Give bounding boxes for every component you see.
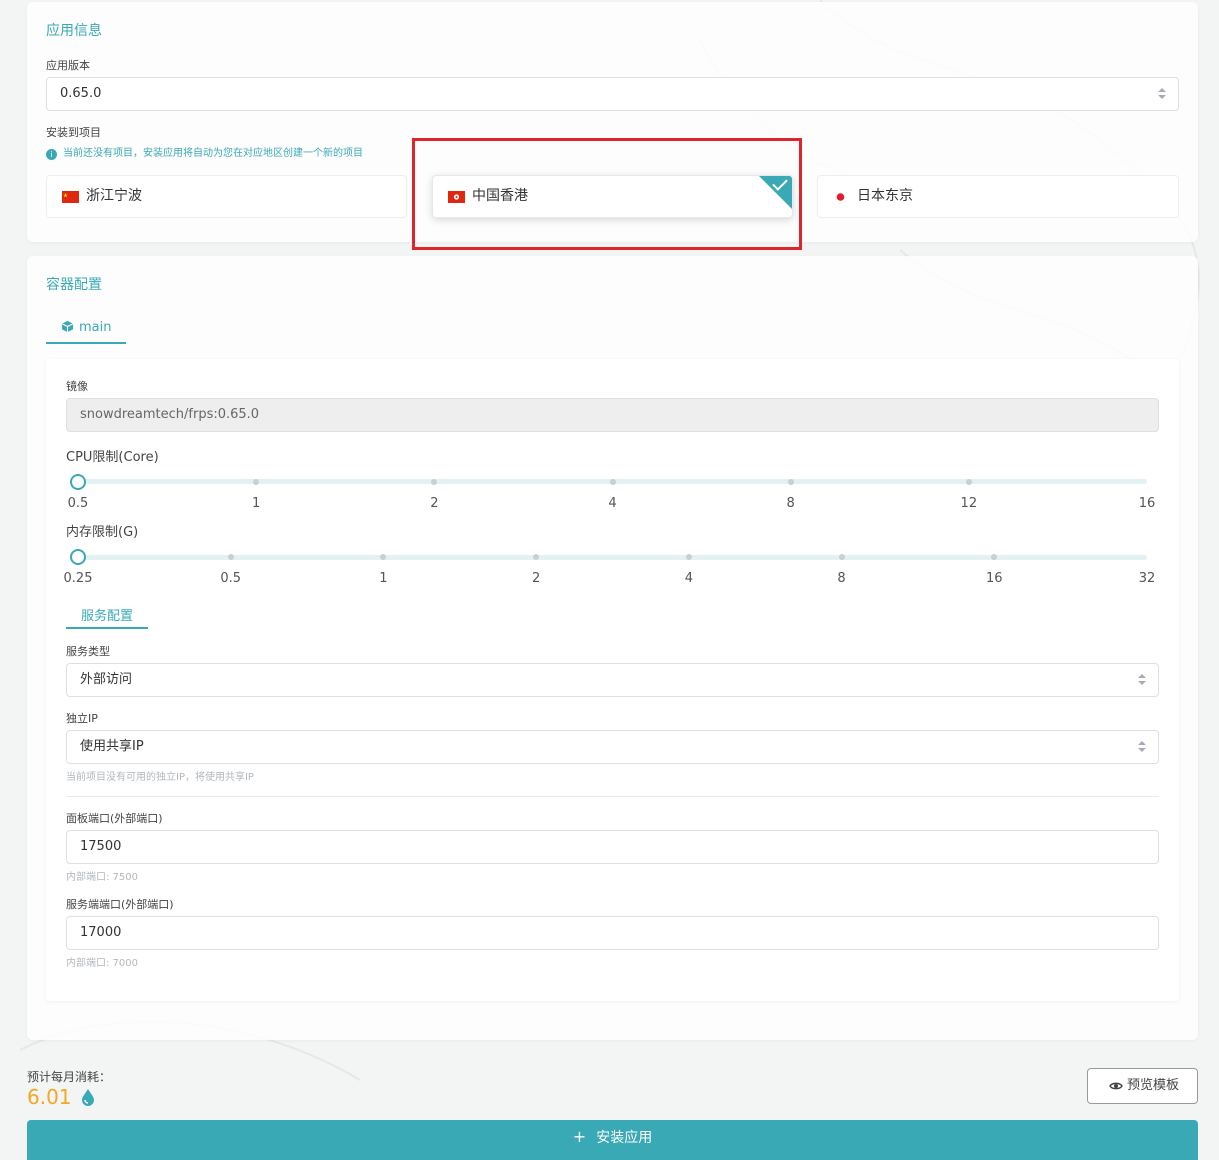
memory-slider-stop[interactable] bbox=[838, 554, 845, 560]
container-title: 容器配置 bbox=[46, 277, 102, 293]
region-card-ningbo[interactable]: 浙江宁波 bbox=[46, 175, 407, 218]
region-label-tokyo: 日本东京 bbox=[857, 188, 913, 204]
memory-tick-label: 4 bbox=[684, 571, 693, 586]
japan-flag-icon bbox=[836, 193, 845, 201]
memory-tick-label: 0.25 bbox=[63, 571, 93, 586]
cpu-tick-label: 1 bbox=[252, 496, 261, 511]
memory-label: 内存限制(G) bbox=[66, 525, 139, 540]
panel-port-input[interactable]: 17500 bbox=[66, 830, 1159, 864]
cpu-label: CPU限制(Core) bbox=[66, 450, 159, 465]
tab-service-config-label: 服务配置 bbox=[80, 609, 133, 624]
memory-tick-label: 0.5 bbox=[220, 571, 242, 586]
tab-main-underline bbox=[46, 342, 126, 344]
cost-value: 6.01 bbox=[27, 1085, 72, 1109]
ip-value: 使用共享IP bbox=[80, 739, 144, 754]
cpu-tick-label: 0.5 bbox=[67, 496, 89, 511]
cpu-slider-stop[interactable] bbox=[787, 479, 794, 485]
select-arrows-icon bbox=[1138, 674, 1146, 686]
panel-port-value: 17500 bbox=[80, 839, 122, 854]
highlight-box bbox=[412, 138, 802, 250]
divider bbox=[66, 796, 1159, 797]
image-label: 镜像 bbox=[66, 380, 88, 393]
project-label: 安装到项目 bbox=[46, 126, 101, 139]
plus-icon: + bbox=[572, 1127, 587, 1146]
cpu-tick-label: 2 bbox=[430, 496, 439, 511]
tab-service-config[interactable]: 服务配置 bbox=[66, 605, 148, 624]
memory-slider-track[interactable] bbox=[78, 555, 1147, 560]
cpu-tick-label: 4 bbox=[608, 496, 617, 511]
project-notice-text: 当前还没有项目，安装应用将自动为您在对应地区创建一个新的项目 bbox=[63, 148, 363, 159]
tab-main-label: main bbox=[79, 320, 112, 335]
memory-slider-stop[interactable] bbox=[227, 554, 234, 560]
memory-tick-label: 32 bbox=[1138, 571, 1156, 586]
cpu-slider-stop[interactable] bbox=[609, 479, 616, 485]
ip-hint: 当前项目没有可用的独立IP，将使用共享IP bbox=[66, 772, 254, 783]
version-value: 0.65.0 bbox=[60, 86, 102, 101]
info-icon: i bbox=[46, 149, 57, 160]
project-notice: i 当前还没有项目，安装应用将自动为您在对应地区创建一个新的项目 bbox=[46, 147, 363, 161]
memory-slider-stop[interactable] bbox=[685, 554, 692, 560]
china-flag-icon bbox=[62, 191, 79, 203]
eye-icon bbox=[1109, 1082, 1123, 1090]
server-port-input[interactable]: 17000 bbox=[66, 916, 1159, 950]
cost-label: 预计每月消耗： bbox=[27, 1070, 112, 1084]
ip-label: 独立IP bbox=[66, 712, 98, 725]
install-app-label: 安装应用 bbox=[596, 1130, 653, 1146]
region-card-tokyo[interactable]: 日本东京 bbox=[817, 175, 1179, 218]
app-info-title: 应用信息 bbox=[46, 23, 102, 39]
panel-port-label: 面板端口(外部端口) bbox=[66, 812, 163, 825]
preview-template-button[interactable]: 预览模板 bbox=[1087, 1068, 1198, 1104]
memory-tick-label: 2 bbox=[532, 571, 541, 586]
droplet-icon bbox=[81, 1089, 94, 1106]
install-app-button[interactable]: + 安装应用 bbox=[27, 1120, 1198, 1160]
cost-value-row: 6.01 bbox=[27, 1085, 95, 1109]
ip-select[interactable]: 使用共享IP bbox=[66, 730, 1159, 764]
version-label: 应用版本 bbox=[46, 59, 90, 72]
cpu-slider-thumb[interactable] bbox=[70, 474, 86, 490]
region-label-ningbo: 浙江宁波 bbox=[86, 188, 142, 204]
image-value: snowdreamtech/frps:0.65.0 bbox=[80, 407, 260, 422]
server-port-hint: 内部端口: 7000 bbox=[66, 958, 138, 969]
service-type-value: 外部访问 bbox=[80, 672, 133, 687]
memory-tick-label: 16 bbox=[986, 571, 1003, 586]
cpu-tick-label: 12 bbox=[960, 496, 978, 511]
preview-template-label: 预览模板 bbox=[1127, 1078, 1180, 1093]
cube-icon bbox=[61, 320, 74, 333]
server-port-value: 17000 bbox=[80, 925, 122, 940]
memory-slider-thumb[interactable] bbox=[70, 549, 86, 565]
server-port-label: 服务端端口(外部端口) bbox=[66, 898, 174, 911]
service-type-select[interactable]: 外部访问 bbox=[66, 663, 1159, 697]
service-type-label: 服务类型 bbox=[66, 645, 110, 658]
image-input[interactable]: snowdreamtech/frps:0.65.0 bbox=[66, 398, 1159, 432]
cpu-slider-stop[interactable] bbox=[965, 479, 972, 485]
panel-port-hint: 内部端口: 7500 bbox=[66, 872, 138, 883]
memory-tick-label: 1 bbox=[379, 571, 388, 586]
select-arrows-icon bbox=[1138, 741, 1146, 753]
cpu-tick-label: 16 bbox=[1138, 496, 1156, 511]
tab-service-underline bbox=[66, 627, 148, 629]
memory-tick-label: 8 bbox=[837, 571, 846, 586]
select-arrows-icon bbox=[1158, 88, 1166, 100]
cpu-tick-label: 8 bbox=[786, 496, 795, 511]
version-select[interactable]: 0.65.0 bbox=[46, 77, 1179, 111]
tab-main[interactable]: main bbox=[61, 320, 111, 336]
